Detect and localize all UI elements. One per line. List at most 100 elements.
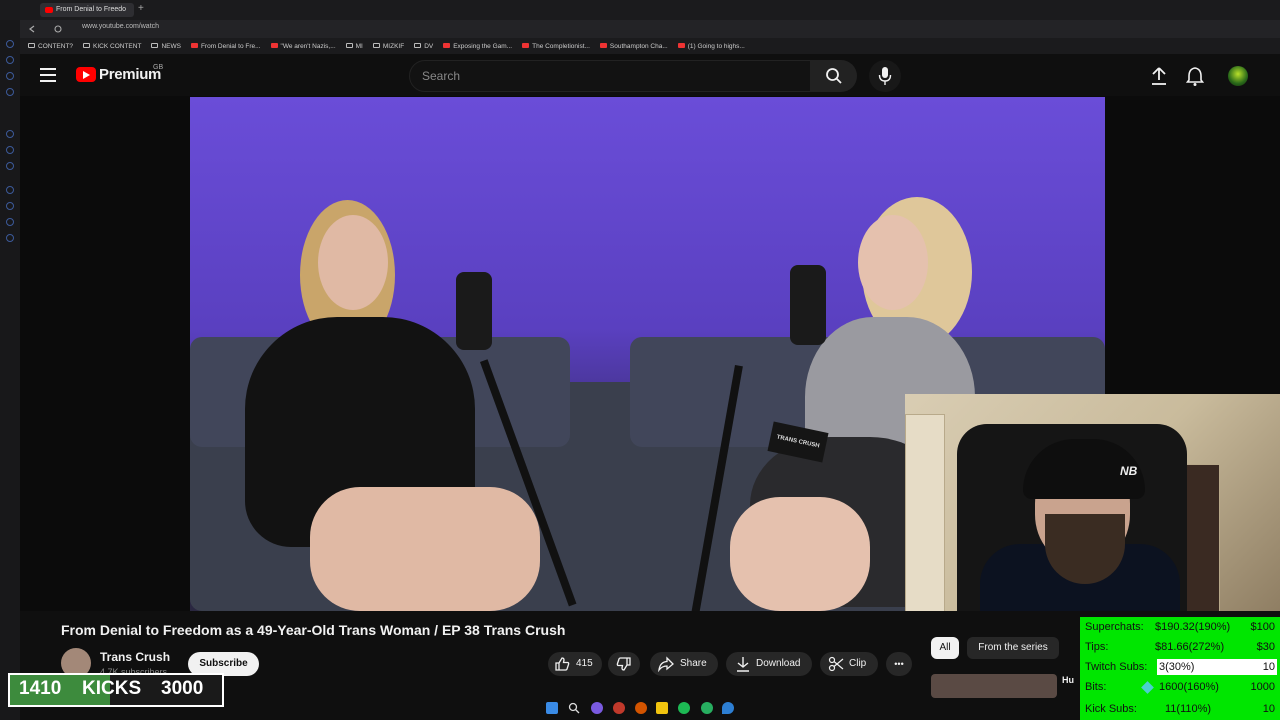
- voice-search-button[interactable]: [869, 60, 901, 92]
- bookmark-0[interactable]: CONTENT?: [28, 43, 73, 50]
- share-icon: [658, 656, 674, 672]
- sidebar-app-icon[interactable]: [6, 88, 14, 96]
- bookmark-10[interactable]: Southampton Cha...: [599, 43, 668, 50]
- thumbs-down-icon: [616, 657, 631, 671]
- xbox-icon[interactable]: [701, 702, 713, 714]
- download-button[interactable]: Download: [726, 652, 812, 676]
- sidebar-app-icon[interactable]: [6, 56, 14, 64]
- stat-goal: $100: [1250, 621, 1275, 633]
- youtube-icon: [522, 43, 530, 49]
- stat-label: Superchats:: [1085, 621, 1144, 633]
- stat-row-superchats: Superchats: $190.32(190%) $100: [1085, 617, 1277, 637]
- download-label: Download: [756, 658, 801, 669]
- microphone-icon: [878, 67, 892, 85]
- sidebar-app-icon[interactable]: [6, 218, 14, 226]
- stat-goal: $30: [1256, 641, 1275, 653]
- bookmark-9[interactable]: The Completionist...: [522, 43, 590, 50]
- sidebar-app-icon[interactable]: [6, 130, 14, 138]
- hamburger-menu-icon[interactable]: [40, 68, 56, 82]
- share-label: Share: [680, 658, 707, 669]
- reload-icon[interactable]: [54, 25, 62, 33]
- app-icon[interactable]: [722, 702, 734, 714]
- microphone-left: [456, 272, 492, 350]
- spotify-icon[interactable]: [678, 702, 690, 714]
- windows-start-icon[interactable]: [546, 702, 558, 714]
- region-code: GB: [153, 64, 164, 71]
- file-explorer-icon[interactable]: [656, 702, 668, 714]
- guest-face: [318, 215, 388, 310]
- discord-icon[interactable]: [591, 702, 603, 714]
- sidebar-app-icon[interactable]: [6, 186, 14, 194]
- stat-goal: 10: [1262, 703, 1275, 715]
- download-icon: [737, 657, 749, 672]
- more-actions-button[interactable]: •••: [886, 652, 912, 676]
- stat-label: Kick Subs:: [1085, 703, 1137, 715]
- notifications-bell-icon[interactable]: [1186, 66, 1204, 86]
- taskbar-search-icon[interactable]: [568, 702, 580, 714]
- upload-icon[interactable]: [1150, 66, 1168, 86]
- sidebar-app-icon[interactable]: [6, 162, 14, 170]
- chrome-icon[interactable]: [635, 702, 647, 714]
- sidebar-app-icon[interactable]: [6, 202, 14, 210]
- stat-label: Twitch Subs:: [1085, 661, 1148, 673]
- streamer-webcam: NB: [905, 394, 1280, 611]
- bookmarks-bar: CONTENT? KICK CONTENT NEWS From Denial t…: [20, 38, 1280, 54]
- sidebar-app-icon[interactable]: [6, 146, 14, 154]
- bookmark-11[interactable]: (1) Going to highs...: [677, 43, 745, 50]
- clip-label: Clip: [849, 658, 867, 669]
- folder-icon: [151, 43, 159, 49]
- host-face: [858, 215, 928, 310]
- folder-icon: [414, 43, 422, 49]
- channel-name[interactable]: Trans Crush: [100, 650, 170, 664]
- like-count: 415: [576, 658, 593, 669]
- sidebar-app-icon[interactable]: [6, 234, 14, 242]
- account-avatar[interactable]: [1228, 66, 1248, 86]
- scissors-icon: [828, 656, 844, 672]
- dislike-button[interactable]: [608, 652, 640, 676]
- youtube-logo-icon[interactable]: [76, 67, 96, 82]
- stat-row-twitch-subs: Twitch Subs: 3(30%) 10: [1085, 657, 1277, 677]
- search-icon: [826, 68, 842, 84]
- browser-tab-active[interactable]: From Denial to Freedo: [40, 3, 134, 17]
- bookmark-7[interactable]: DV: [414, 43, 433, 50]
- chip-from-series[interactable]: From the series: [967, 637, 1059, 659]
- bookmark-4[interactable]: "We aren't Nazis,...: [270, 43, 336, 50]
- bookmark-8[interactable]: Exposing the Gam...: [443, 43, 512, 50]
- kicks-current: 1410: [19, 678, 62, 699]
- stat-goal: 10: [1262, 661, 1275, 673]
- bookmark-2[interactable]: NEWS: [151, 43, 181, 50]
- like-button[interactable]: 415: [548, 652, 602, 676]
- stat-row-bits: Bits: 1600(160%) 1000: [1085, 677, 1277, 697]
- guest-legs: [310, 487, 540, 611]
- sidebar-app-icon[interactable]: [6, 72, 14, 80]
- share-button[interactable]: Share: [650, 652, 718, 676]
- recommendation-title[interactable]: Hu: [1062, 675, 1074, 685]
- microphone-right: [790, 265, 826, 345]
- logo-text[interactable]: Premium: [99, 66, 161, 83]
- bookmark-6[interactable]: MIZKIF: [372, 43, 404, 50]
- chip-all[interactable]: All: [931, 637, 959, 659]
- stat-label: Bits:: [1085, 681, 1107, 693]
- search-input[interactable]: Search: [409, 60, 811, 92]
- new-tab-button[interactable]: +: [138, 3, 144, 14]
- bookmark-1[interactable]: KICK CONTENT: [83, 43, 141, 50]
- stat-value: $81.66(272%): [1155, 641, 1225, 653]
- stat-goal: 1000: [1250, 681, 1275, 693]
- bookmark-5[interactable]: MI: [345, 43, 363, 50]
- tab-title: From Denial to Freedo: [56, 6, 127, 13]
- bookmark-3[interactable]: From Denial to Fre...: [190, 43, 261, 50]
- youtube-icon: [599, 43, 607, 49]
- stat-row-kick-subs: Kick Subs: 11(110%) 10: [1085, 699, 1277, 719]
- host-legs: [730, 497, 870, 611]
- search-button[interactable]: [811, 60, 857, 92]
- folder-icon: [28, 43, 35, 49]
- sidebar-app-icon[interactable]: [6, 40, 14, 48]
- opera-icon[interactable]: [613, 702, 625, 714]
- recommendation-thumbnail[interactable]: [931, 674, 1057, 698]
- stat-value: 3(30%): [1159, 661, 1195, 673]
- thumbs-up-icon: [555, 657, 570, 671]
- kicks-goal: 3000: [161, 678, 204, 699]
- url-field[interactable]: www.youtube.com/watch: [68, 23, 1108, 35]
- back-icon[interactable]: [28, 25, 36, 33]
- clip-button[interactable]: Clip: [820, 652, 878, 676]
